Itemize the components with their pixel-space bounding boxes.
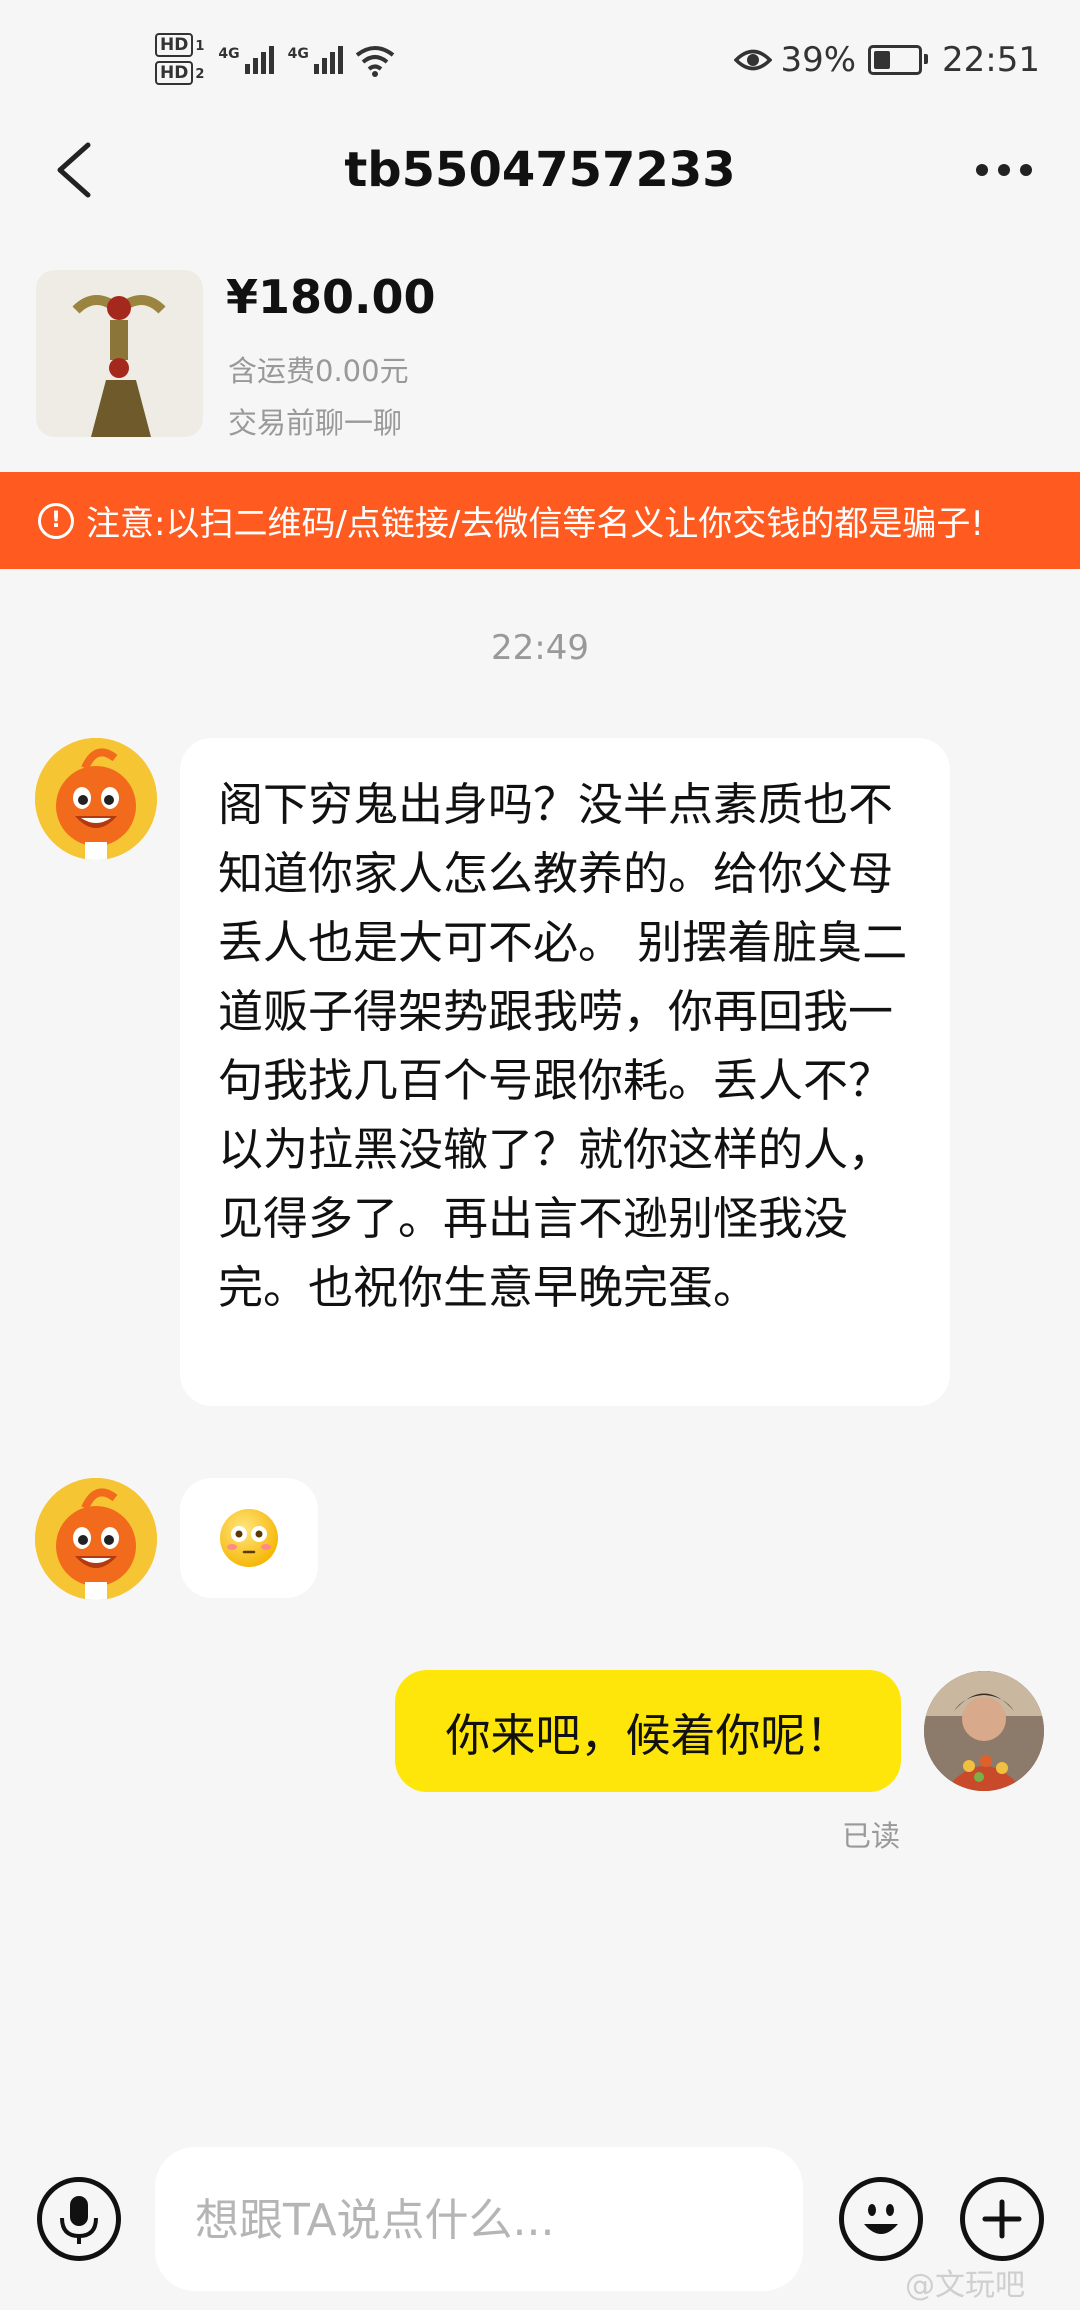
status-bar: HD 1 HD 2 4G 4G 39% 22:51 xyxy=(0,0,1080,120)
sender-avatar[interactable] xyxy=(35,738,157,860)
my-message-text: 你来吧，候着你呢！ xyxy=(445,1708,851,1762)
chat-title: tb5504757233 xyxy=(344,142,736,198)
sender-avatar[interactable] xyxy=(35,1478,157,1600)
watermark: @文玩吧 xyxy=(905,2268,1025,2303)
product-image xyxy=(36,270,203,437)
user-photo-avatar xyxy=(924,1671,1044,1791)
plus-icon xyxy=(982,2199,1022,2239)
mascot-avatar-icon xyxy=(35,738,157,860)
product-chat-hint: 交易前聊一聊 xyxy=(228,406,403,440)
emoji-button[interactable] xyxy=(839,2177,923,2261)
flushed-face-emoji xyxy=(220,1509,278,1567)
eye-icon xyxy=(734,49,773,71)
my-avatar[interactable] xyxy=(924,1671,1044,1791)
battery-percent: 39% xyxy=(780,40,857,80)
mascot-avatar-icon xyxy=(35,1478,157,1600)
scam-warning-banner: ! 注意:以扫二维码/点链接/去微信等名义让你交钱的都是骗子! xyxy=(0,472,1080,569)
voice-button[interactable] xyxy=(37,2177,121,2261)
signal-1-icon: 4G xyxy=(218,46,274,74)
chat-timestamp: 22:49 xyxy=(491,628,589,668)
my-message-bubble[interactable]: 你来吧，候着你呢！ xyxy=(395,1670,901,1792)
read-status: 已读 xyxy=(841,1819,900,1853)
add-button[interactable] xyxy=(960,2177,1044,2261)
status-bar-right: 39% 22:51 xyxy=(734,40,1040,80)
clock: 22:51 xyxy=(942,40,1040,80)
hd1-badge: HD 1 xyxy=(155,33,204,58)
smiley-icon xyxy=(864,2204,898,2234)
status-bar-left: HD 1 HD 2 4G 4G xyxy=(155,28,395,92)
signal-2-icon: 4G xyxy=(288,46,343,74)
product-shipping: 含运费0.00元 xyxy=(228,354,409,388)
product-price: ¥180.00 xyxy=(226,270,436,324)
battery-icon xyxy=(868,45,929,75)
dot-icon xyxy=(1020,164,1032,176)
more-button[interactable] xyxy=(976,150,1032,190)
emoji-message-bubble[interactable] xyxy=(180,1478,318,1598)
message-input-container[interactable] xyxy=(155,2147,803,2293)
microphone-icon xyxy=(60,2196,98,2244)
hd2-badge: HD 2 xyxy=(155,61,204,86)
message-text: 阁下穷鬼出身吗？没半点素质也不知道你家人怎么教养的。给你父母丢人也是大可不必。 … xyxy=(218,778,908,1314)
wifi-icon xyxy=(355,46,395,77)
alert-icon: ! xyxy=(38,502,74,539)
dot-icon xyxy=(998,164,1010,176)
message-bubble[interactable]: 阁下穷鬼出身吗？没半点素质也不知道你家人怎么教养的。给你父母丢人也是大可不必。 … xyxy=(180,738,950,1406)
message-input[interactable] xyxy=(193,2147,777,2293)
product-thumbnail[interactable] xyxy=(36,270,203,437)
dot-icon xyxy=(976,164,988,176)
warning-text: 注意:以扫二维码/点链接/去微信等名义让你交钱的都是骗子! xyxy=(86,504,984,544)
